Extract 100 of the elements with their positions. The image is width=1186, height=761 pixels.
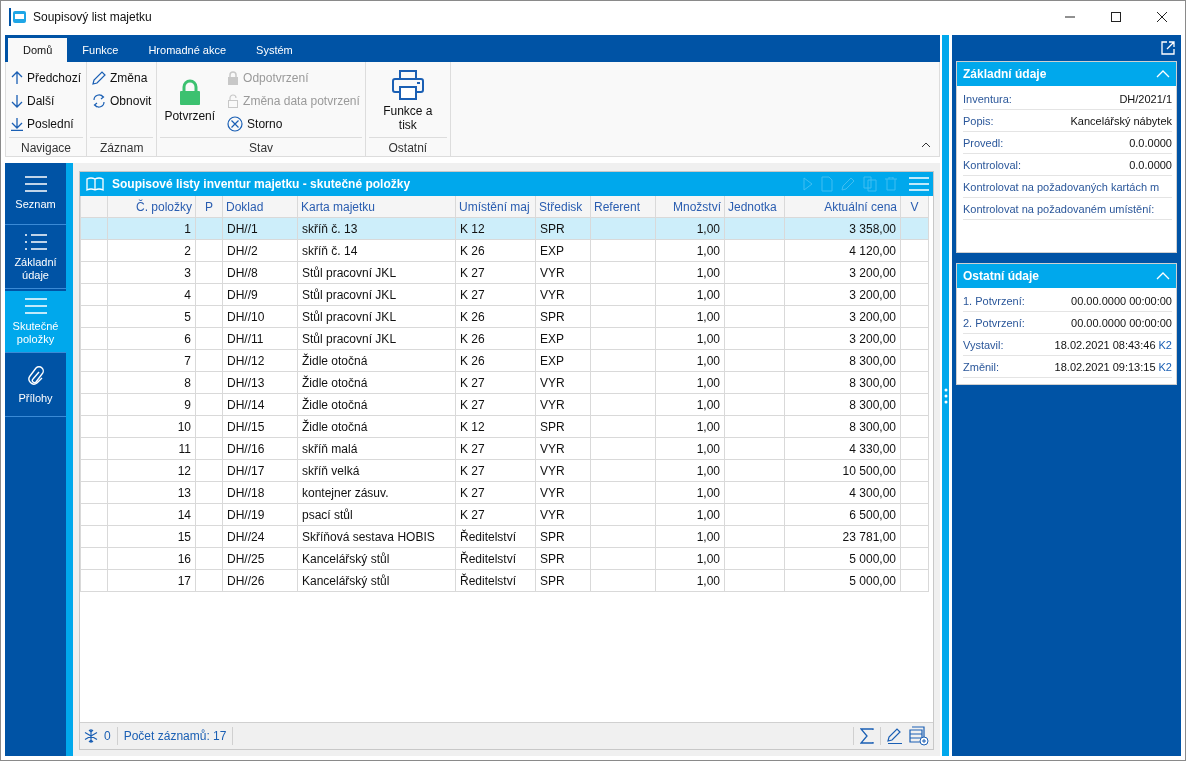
refresh-icon — [92, 93, 107, 108]
table-cell: 3 358,00 — [849, 221, 896, 236]
table-cell: skříň malá — [302, 441, 358, 456]
app-logo-icon — [9, 8, 27, 26]
ribbon-button[interactable]: Poslední — [9, 112, 84, 135]
table-cell: K 27 — [460, 485, 485, 500]
table-cell: DH//12 — [227, 353, 265, 368]
ribbon-group-label: Navigace — [20, 140, 73, 157]
table-cell: 1,00 — [696, 375, 720, 390]
table-row[interactable]: 8 DH//13 Židle otočná K 27 VYR 1,00 8 300,00 — [80, 371, 929, 394]
table-cell: 1,00 — [696, 287, 720, 302]
table-cell: 23 781,00 — [842, 529, 896, 544]
bulleted-list-icon — [24, 233, 47, 250]
paperclip-icon — [27, 366, 44, 386]
table-cell: kontejner zásuv. — [302, 485, 389, 500]
collapse-ribbon-icon[interactable] — [921, 142, 931, 148]
table-cell: skříň č. 14 — [302, 243, 358, 258]
column-header[interactable]: Středisk — [535, 196, 591, 218]
field-value: 00.00.0000 00:00:00 — [1071, 294, 1172, 307]
ribbon-tab[interactable]: Hromadné akce — [133, 38, 242, 62]
table-row[interactable]: 3 DH//8 Stůl pracovní JKL K 27 VYR 1,00 3 200,00 — [80, 261, 929, 284]
ribbon-button[interactable]: Předchozí — [9, 66, 84, 89]
table-cell: 3 200,00 — [849, 309, 896, 324]
table-cell: DH//19 — [227, 507, 265, 522]
column-header[interactable]: V — [900, 196, 929, 218]
table-row[interactable]: 10 DH//15 Židle otočná K 12 SPR 1,00 8 300,00 — [80, 415, 929, 438]
table-row[interactable]: 5 DH//10 Stůl pracovní JKL K 26 SPR 1,00 3 200,00 — [80, 305, 929, 328]
table-row[interactable]: 12 DH//17 skříň velká K 27 VYR 1,00 10 500,00 — [80, 459, 929, 482]
table-row[interactable]: 16 DH//25 Kancelářský stůl Ředitelství SPR 1,00 5 000,00 — [80, 547, 929, 570]
ribbon-tab[interactable]: Systém — [241, 38, 308, 62]
table-cell: 1,00 — [696, 441, 720, 456]
table-cell: 1,00 — [696, 243, 720, 258]
table-row[interactable]: 7 DH//12 Židle otočná K 26 EXP 1,00 8 300,00 — [80, 349, 929, 372]
field-label: Kontroloval: — [963, 158, 1022, 171]
table-row[interactable]: 13 DH//18 kontejner zásuv. K 27 VYR 1,00 4 300,00 — [80, 481, 929, 504]
ribbon-button[interactable]: Další — [9, 89, 84, 112]
field-label: Vystavil: — [963, 338, 1004, 351]
ribbon-button[interactable]: Funkce a tisk — [368, 66, 447, 135]
table-row[interactable]: 2 DH//2 skříň č. 14 K 26 EXP 1,00 4 120,00 — [80, 239, 929, 262]
lock-icon — [227, 70, 240, 85]
table-row[interactable]: 9 DH//14 Židle otočná K 27 VYR 1,00 8 300,00 — [80, 393, 929, 416]
user-link[interactable]: K2 — [1158, 338, 1172, 351]
column-header[interactable]: Množství — [655, 196, 725, 218]
table-cell: 6 500,00 — [849, 507, 896, 522]
ribbon-tab[interactable]: Funkce — [67, 38, 134, 62]
table-row[interactable]: 6 DH//11 Stůl pracovní JKL K 26 EXP 1,00 3 200,00 — [80, 327, 929, 350]
snowflake-icon[interactable] — [84, 729, 98, 743]
table-cell: 8 300,00 — [849, 375, 896, 390]
ribbon-tab[interactable]: Domů — [8, 38, 68, 62]
maximize-icon[interactable] — [1110, 11, 1122, 23]
table-cell: Stůl pracovní JKL — [302, 287, 397, 302]
ribbon-button[interactable]: Změna — [90, 66, 154, 89]
column-header[interactable]: P — [195, 196, 223, 218]
column-header[interactable]: Umístění maj — [455, 196, 536, 218]
column-header[interactable]: Doklad — [222, 196, 298, 218]
close-icon[interactable] — [1156, 11, 1168, 23]
add-records-icon[interactable] — [909, 726, 929, 746]
table-cell: 17 — [177, 573, 191, 588]
table-row[interactable]: 15 DH//24 Skříňová sestava HOBIS Ředitelství SPR 1,00 23 781,00 — [80, 525, 929, 548]
splitter-grip-icon[interactable] — [943, 387, 948, 404]
column-header[interactable]: Jednotka — [724, 196, 785, 218]
table-cell: 3 200,00 — [849, 265, 896, 280]
table-cell: 1,00 — [696, 551, 720, 566]
table-row[interactable]: 4 DH//9 Stůl pracovní JKL K 27 VYR 1,00 3 200,00 — [80, 283, 929, 306]
panel-title: Ostatní údaje — [963, 269, 1039, 283]
table-cell: VYR — [540, 265, 565, 280]
table-cell: Kancelářský stůl — [302, 573, 390, 588]
table-cell: 1,00 — [696, 463, 720, 478]
ribbon-group-label: Ostatní — [387, 140, 429, 157]
table-row[interactable]: 14 DH//19 psací stůl K 27 VYR 1,00 6 500,00 — [80, 503, 929, 526]
table-row[interactable]: 17 DH//26 Kancelářský stůl Ředitelství SPR 1,00 5 000,00 — [80, 569, 929, 592]
column-header[interactable]: Aktuální cena — [784, 196, 901, 218]
table-cell: 8 — [184, 375, 191, 390]
menu-icon[interactable] — [909, 176, 929, 192]
ribbon-button[interactable]: Potvrzení — [160, 66, 220, 135]
table-cell: Ředitelství — [460, 551, 517, 566]
field-value: 0.0.0000 — [1129, 136, 1172, 149]
table-cell: DH//17 — [227, 463, 265, 478]
caret-icon[interactable] — [1156, 272, 1170, 280]
table-row[interactable]: 1 DH//1 skříň č. 13 K 12 SPR 1,00 3 358,00 — [80, 217, 929, 240]
ribbon-button[interactable]: Storno — [225, 112, 362, 135]
popout-icon[interactable] — [1161, 41, 1175, 55]
caret-icon[interactable] — [1156, 70, 1170, 78]
table-cell: 8 300,00 — [849, 419, 896, 434]
column-header[interactable]: Karta majetku — [297, 196, 456, 218]
column-header[interactable]: Č. položky — [107, 196, 196, 218]
table-cell: 10 500,00 — [842, 463, 896, 478]
table-cell: K 27 — [460, 463, 485, 478]
table-cell: 1 — [184, 221, 191, 236]
table-cell: DH//26 — [227, 573, 265, 588]
table-cell: 1,00 — [696, 309, 720, 324]
table-cell: 1,00 — [696, 353, 720, 368]
ribbon-group-label: Záznam — [99, 140, 145, 157]
sum-icon[interactable] — [860, 728, 874, 744]
ribbon-button[interactable]: Obnovit — [90, 89, 154, 112]
column-header[interactable]: Referent — [590, 196, 656, 218]
field-label: Popis: — [963, 114, 994, 127]
table-row[interactable]: 11 DH//16 skříň malá K 27 VYR 1,00 4 330,00 — [80, 437, 929, 460]
pencil-icon[interactable] — [887, 728, 903, 744]
user-link[interactable]: K2 — [1158, 360, 1172, 373]
